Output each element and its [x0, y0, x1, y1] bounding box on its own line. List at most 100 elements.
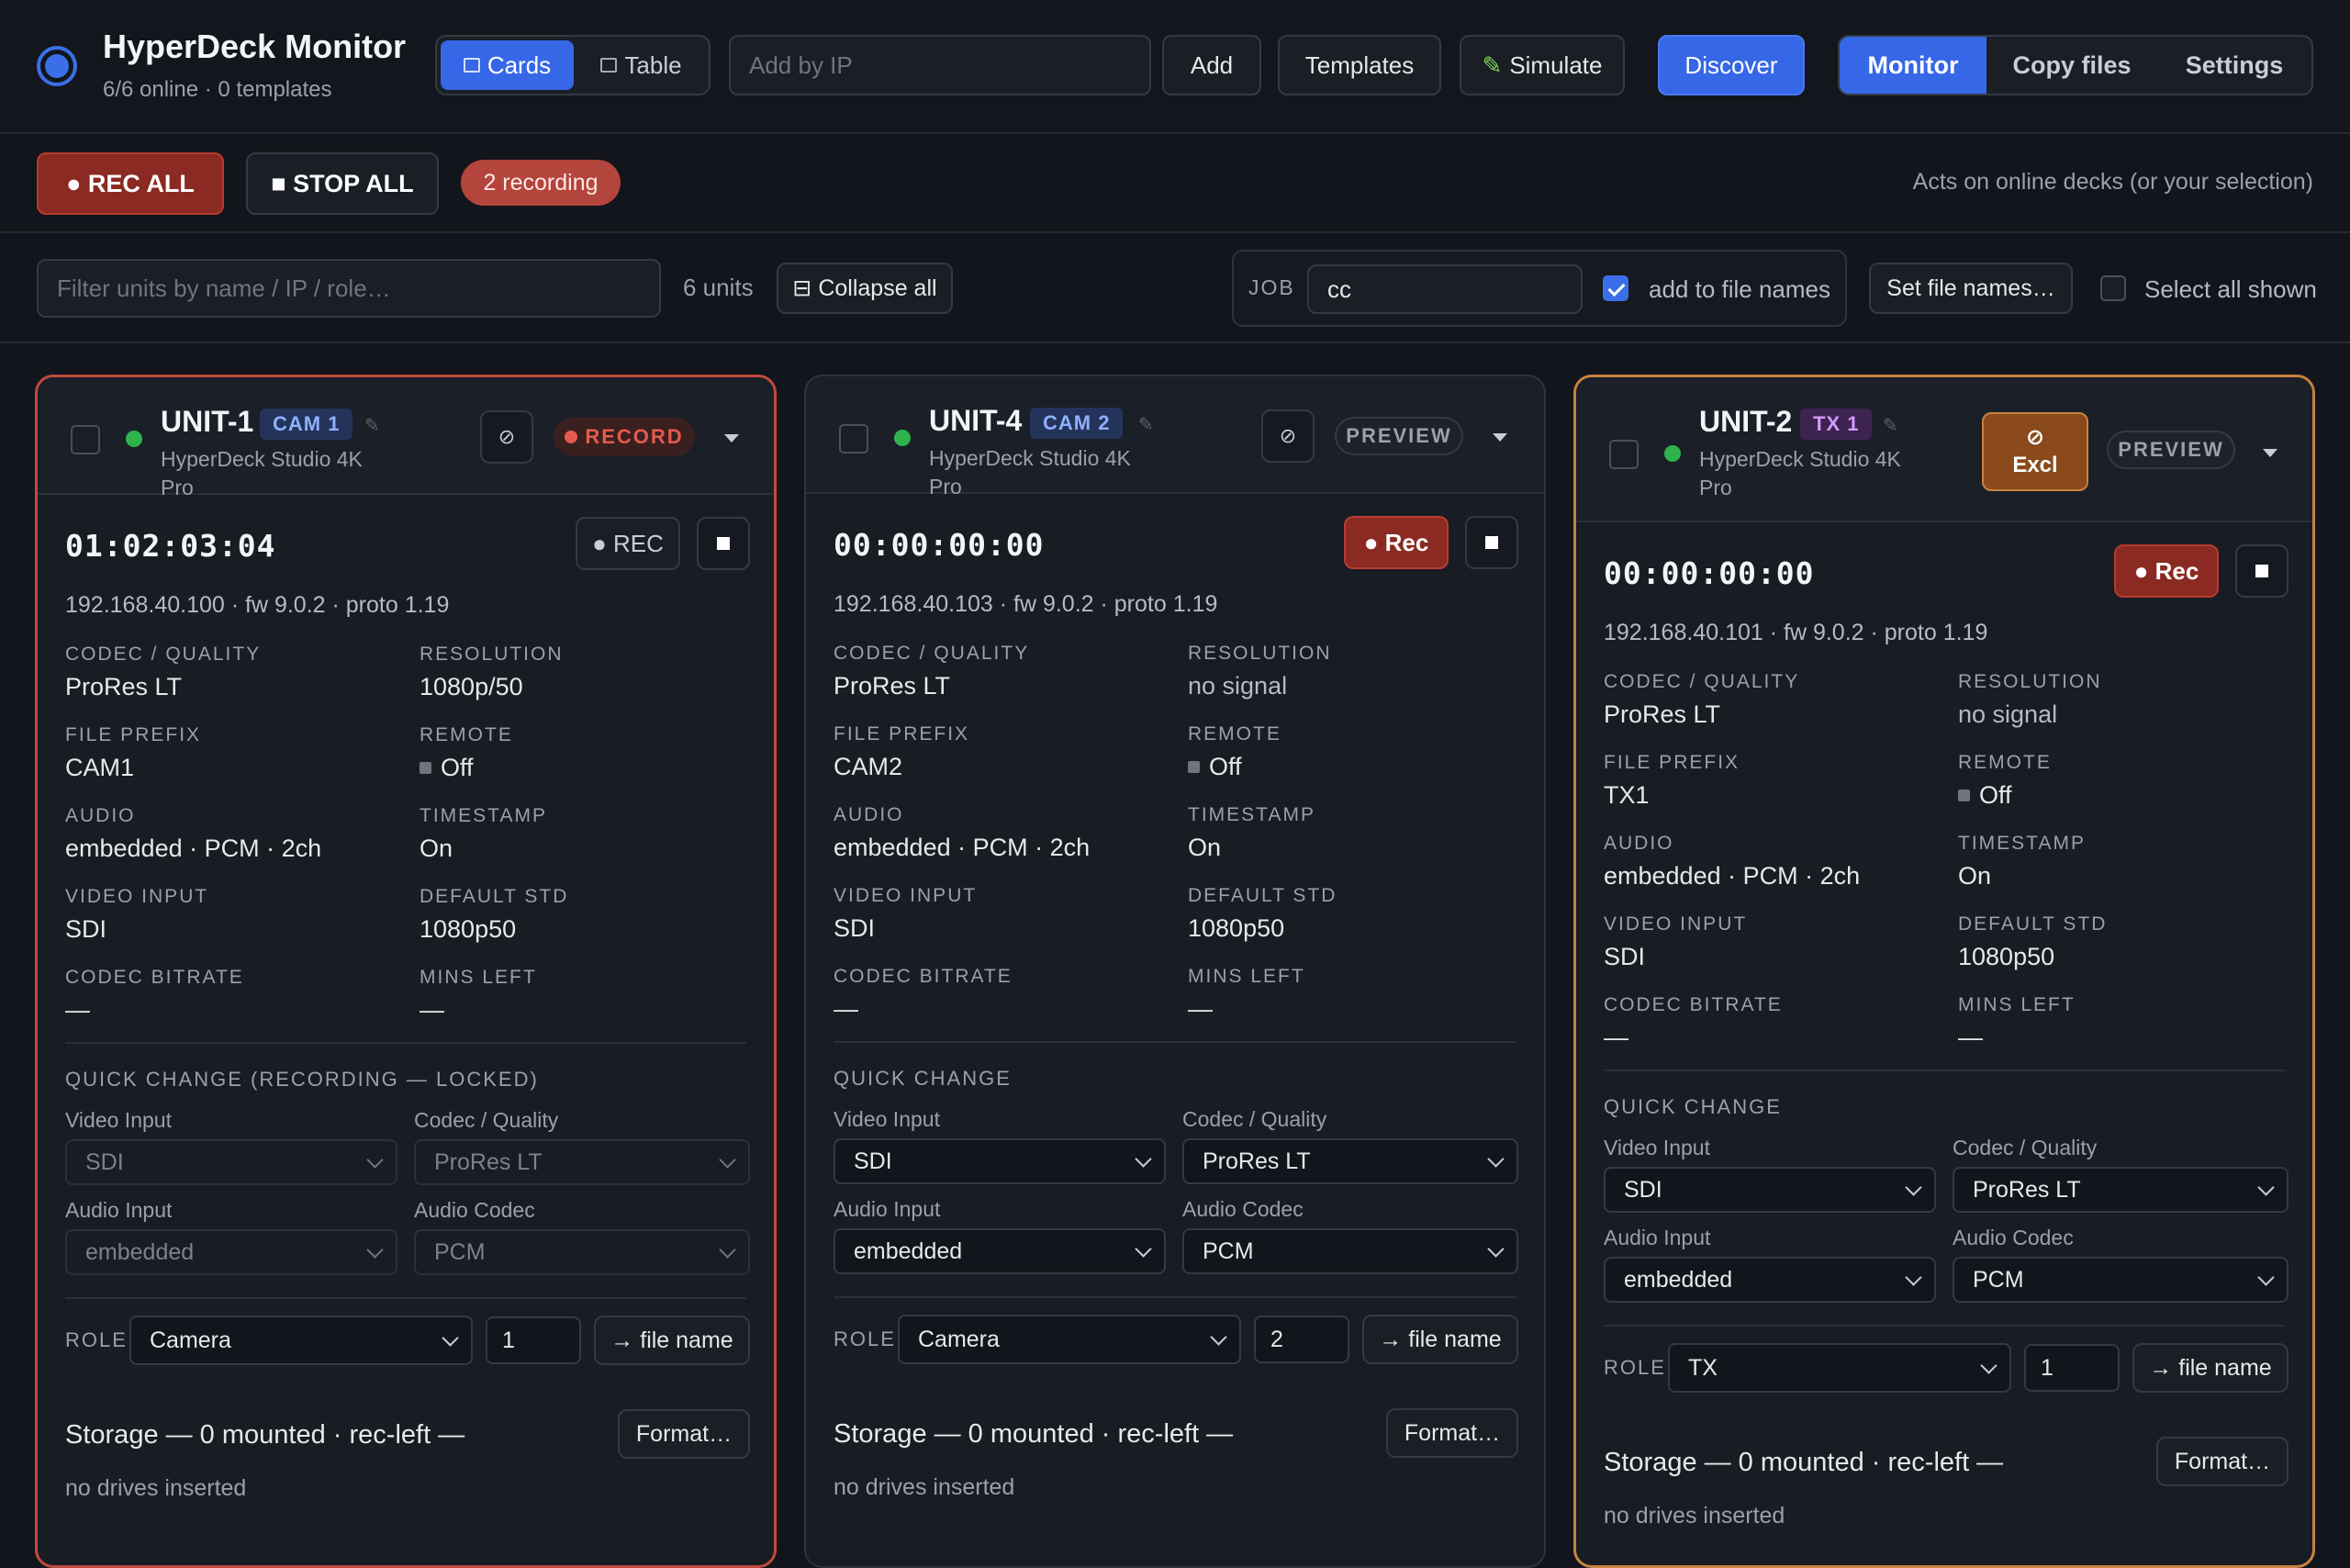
chevron-down-icon[interactable] [724, 434, 739, 442]
nav-settings[interactable]: Settings [2157, 37, 2311, 94]
stop-button[interactable] [2235, 544, 2288, 598]
record-hint: Acts on online decks (or your selection) [1912, 169, 2313, 195]
field-label: VIDEO INPUT [834, 885, 978, 906]
audio-value: embedded · PCM · 2ch [65, 834, 322, 862]
exclude-button[interactable]: ⊘ [1261, 409, 1315, 463]
role-select[interactable]: TX [1668, 1343, 2011, 1393]
unit-select-checkbox[interactable] [71, 425, 100, 454]
prefix-value: CAM1 [65, 754, 135, 781]
bitrate-value: — [65, 996, 90, 1024]
no-drives-text: no drives inserted [65, 1475, 247, 1501]
to-file-name-button[interactable]: → file name [1362, 1315, 1518, 1364]
chevron-down-icon[interactable] [2263, 449, 2277, 457]
stop-icon [717, 537, 730, 550]
chevron-down-icon [1210, 1328, 1227, 1346]
add-to-file-names-checkbox[interactable] [1603, 275, 1628, 301]
divider [65, 1042, 746, 1044]
exclude-button[interactable]: ⊘ Excl [1982, 412, 2088, 491]
edit-pencil-icon[interactable]: ✎ [1883, 414, 1898, 437]
mins-left-value: — [420, 996, 444, 1024]
role-select[interactable]: Camera [898, 1315, 1241, 1364]
chevron-down-icon [1135, 1150, 1152, 1168]
divider [1604, 1325, 2285, 1327]
resolution-value: no signal [1958, 700, 2058, 728]
rec-button[interactable]: ● Rec [2114, 544, 2219, 598]
set-file-names-button[interactable]: Set file names… [1869, 263, 2073, 314]
chevron-down-icon [366, 1241, 384, 1259]
prefix-value: TX1 [1604, 781, 1650, 809]
format-button[interactable]: Format… [2156, 1437, 2288, 1486]
stop-all-button[interactable]: ■ STOP ALL [246, 152, 439, 215]
role-number-input[interactable]: 1 [486, 1316, 581, 1364]
ip-line: 192.168.40.100 · fw 9.0.2 · proto 1.19 [65, 592, 450, 618]
qc-label: Codec / Quality [414, 1108, 559, 1132]
audio-input-select[interactable]: embedded [1604, 1257, 1936, 1303]
role-number-input[interactable]: 1 [2024, 1344, 2120, 1392]
stop-button[interactable] [697, 517, 750, 570]
audio-value: embedded · PCM · 2ch [834, 834, 1091, 861]
add-ip-input[interactable] [729, 35, 1151, 95]
field-label: FILE PREFIX [834, 723, 970, 745]
discover-button[interactable]: Discover [1658, 35, 1805, 95]
rec-button[interactable]: ● Rec [1344, 516, 1449, 569]
nav-copy-files[interactable]: Copy files [1986, 37, 2157, 94]
chevron-down-icon [719, 1241, 736, 1259]
field-label: MINS LEFT [1188, 966, 1305, 987]
codec-select[interactable]: ProRes LT [1953, 1167, 2288, 1213]
role-select[interactable]: Camera [129, 1316, 473, 1365]
select-all-checkbox[interactable] [2100, 275, 2126, 301]
nav-monitor[interactable]: Monitor [1840, 37, 1986, 94]
bitrate-value: — [1604, 1024, 1628, 1051]
video-input-select[interactable]: SDI [834, 1138, 1166, 1184]
recording-count-badge: 2 recording [461, 160, 621, 206]
ip-line: 192.168.40.103 · fw 9.0.2 · proto 1.19 [834, 591, 1218, 617]
unit-select-checkbox[interactable] [839, 424, 868, 454]
timecode: 00:00:00:00 [1604, 555, 1815, 591]
rec-all-button[interactable]: ● REC ALL [37, 152, 224, 215]
to-file-name-button[interactable]: → file name [594, 1316, 750, 1365]
format-button[interactable]: Format… [618, 1409, 750, 1459]
simulate-button[interactable]: ✎ Simulate [1460, 35, 1625, 95]
main-nav: Monitor Copy files Settings [1838, 35, 2313, 95]
field-label: FILE PREFIX [65, 724, 202, 745]
transport-state-badge: RECORD [554, 418, 695, 456]
video-input-value: SDI [1604, 943, 1646, 970]
qc-label: Audio Input [834, 1197, 941, 1221]
add-button[interactable]: Add [1162, 35, 1261, 95]
cards-icon [463, 58, 480, 73]
unit-model: HyperDeck Studio 4K Pro [929, 446, 1131, 498]
audio-input-select[interactable]: embedded [834, 1228, 1166, 1274]
role-label: ROLE [1604, 1356, 1666, 1379]
app-status: 6/6 online · 0 templates [103, 77, 332, 102]
audio-codec-select[interactable]: PCM [1953, 1257, 2288, 1303]
view-table-button[interactable]: Table [577, 40, 705, 90]
stop-button[interactable] [1465, 516, 1518, 569]
chevron-down-icon[interactable] [1493, 433, 1507, 442]
field-label: FILE PREFIX [1604, 752, 1740, 773]
remote-value: Off [1958, 781, 2012, 810]
rec-button[interactable]: ● REC [576, 517, 680, 570]
view-cards-button[interactable]: Cards [441, 40, 574, 90]
unit-select-checkbox[interactable] [1609, 440, 1639, 469]
templates-button[interactable]: Templates [1278, 35, 1441, 95]
qc-label: Video Input [834, 1107, 940, 1131]
chevron-down-icon [2257, 1179, 2275, 1196]
codec-value: ProRes LT [1604, 700, 1721, 728]
video-input-select[interactable]: SDI [1604, 1167, 1936, 1213]
edit-pencil-icon[interactable]: ✎ [1138, 413, 1154, 436]
codec-select[interactable]: ProRes LT [1182, 1138, 1518, 1184]
role-number-input[interactable]: 2 [1254, 1316, 1349, 1363]
collapse-all-button[interactable]: ⊟ Collapse all [777, 263, 953, 314]
to-file-name-button[interactable]: → file name [2132, 1343, 2288, 1393]
exclude-button[interactable]: ⊘ [480, 410, 533, 464]
remote-indicator [1958, 790, 1970, 801]
audio-value: embedded · PCM · 2ch [1604, 862, 1861, 890]
timestamp-value: On [1958, 862, 1992, 890]
format-button[interactable]: Format… [1386, 1408, 1518, 1458]
chevron-down-icon [1905, 1179, 1922, 1196]
unit-name: UNIT-2 [1699, 405, 1793, 438]
edit-pencil-icon[interactable]: ✎ [364, 414, 380, 437]
filter-input[interactable] [37, 259, 661, 318]
job-input[interactable]: cc [1307, 264, 1583, 314]
audio-codec-select[interactable]: PCM [1182, 1228, 1518, 1274]
